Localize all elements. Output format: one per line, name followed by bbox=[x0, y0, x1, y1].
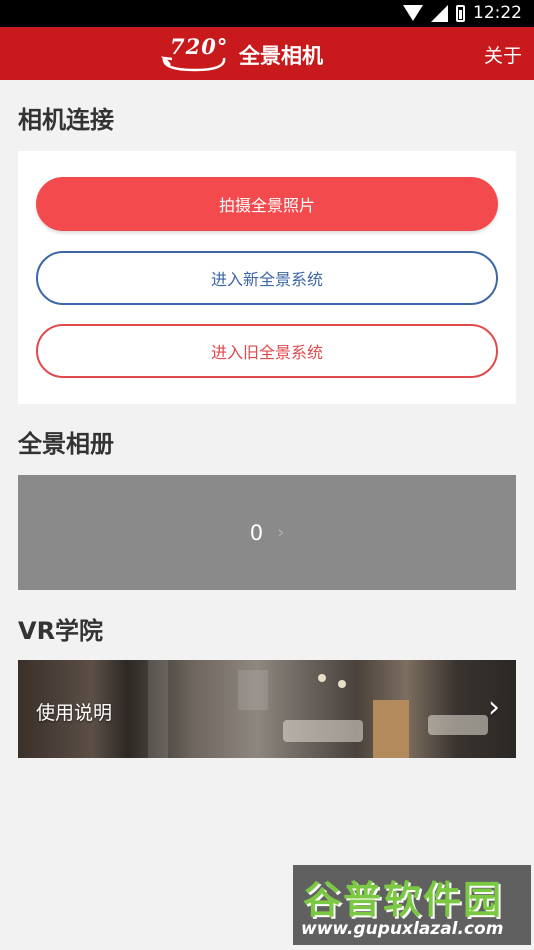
section-title-camera-connection: 相机连接 bbox=[18, 106, 114, 134]
section-title-vr-academy: VR学院 bbox=[18, 617, 104, 645]
banner-image-detail bbox=[428, 715, 488, 735]
watermark: 谷普软件园 www.gupuxlazal.com bbox=[293, 865, 531, 945]
about-button[interactable]: 关于 bbox=[484, 41, 522, 68]
chevron-right-icon: › bbox=[277, 522, 285, 543]
banner-image-detail bbox=[283, 720, 363, 742]
watermark-title: 谷普软件园 bbox=[303, 878, 504, 922]
take-panorama-photo-button[interactable]: 拍摄全景照片 bbox=[36, 177, 498, 231]
status-bar: 12:22 bbox=[0, 0, 534, 27]
banner-image-detail bbox=[338, 680, 346, 688]
wifi-icon bbox=[403, 5, 423, 21]
chevron-right-icon: › bbox=[488, 690, 500, 725]
camera-connection-card: 拍摄全景照片 进入新全景系统 进入旧全景系统 bbox=[18, 151, 516, 404]
vr-tutorial-banner[interactable]: 使用说明 › bbox=[18, 660, 516, 758]
app-title: 全景相机 bbox=[239, 44, 323, 68]
album-entry[interactable]: 0 › bbox=[18, 475, 516, 590]
logo-text: 720° bbox=[170, 34, 229, 59]
banner-image-detail bbox=[238, 670, 268, 710]
banner-image-detail bbox=[373, 700, 409, 758]
enter-old-system-button[interactable]: 进入旧全景系统 bbox=[36, 324, 498, 378]
section-title-album: 全景相册 bbox=[18, 430, 114, 458]
banner-image-detail bbox=[148, 660, 168, 758]
watermark-url: www.gupuxlazal.com bbox=[301, 919, 504, 939]
signal-icon bbox=[431, 4, 448, 22]
battery-icon bbox=[456, 4, 465, 22]
status-time: 12:22 bbox=[473, 3, 522, 23]
enter-new-system-button[interactable]: 进入新全景系统 bbox=[36, 251, 498, 305]
album-count: 0 bbox=[249, 520, 264, 545]
banner-image-detail bbox=[318, 674, 326, 682]
app-logo: 720° bbox=[160, 32, 230, 74]
app-header: 720° 全景相机 关于 bbox=[0, 27, 534, 80]
vr-banner-label: 使用说明 bbox=[36, 702, 113, 724]
